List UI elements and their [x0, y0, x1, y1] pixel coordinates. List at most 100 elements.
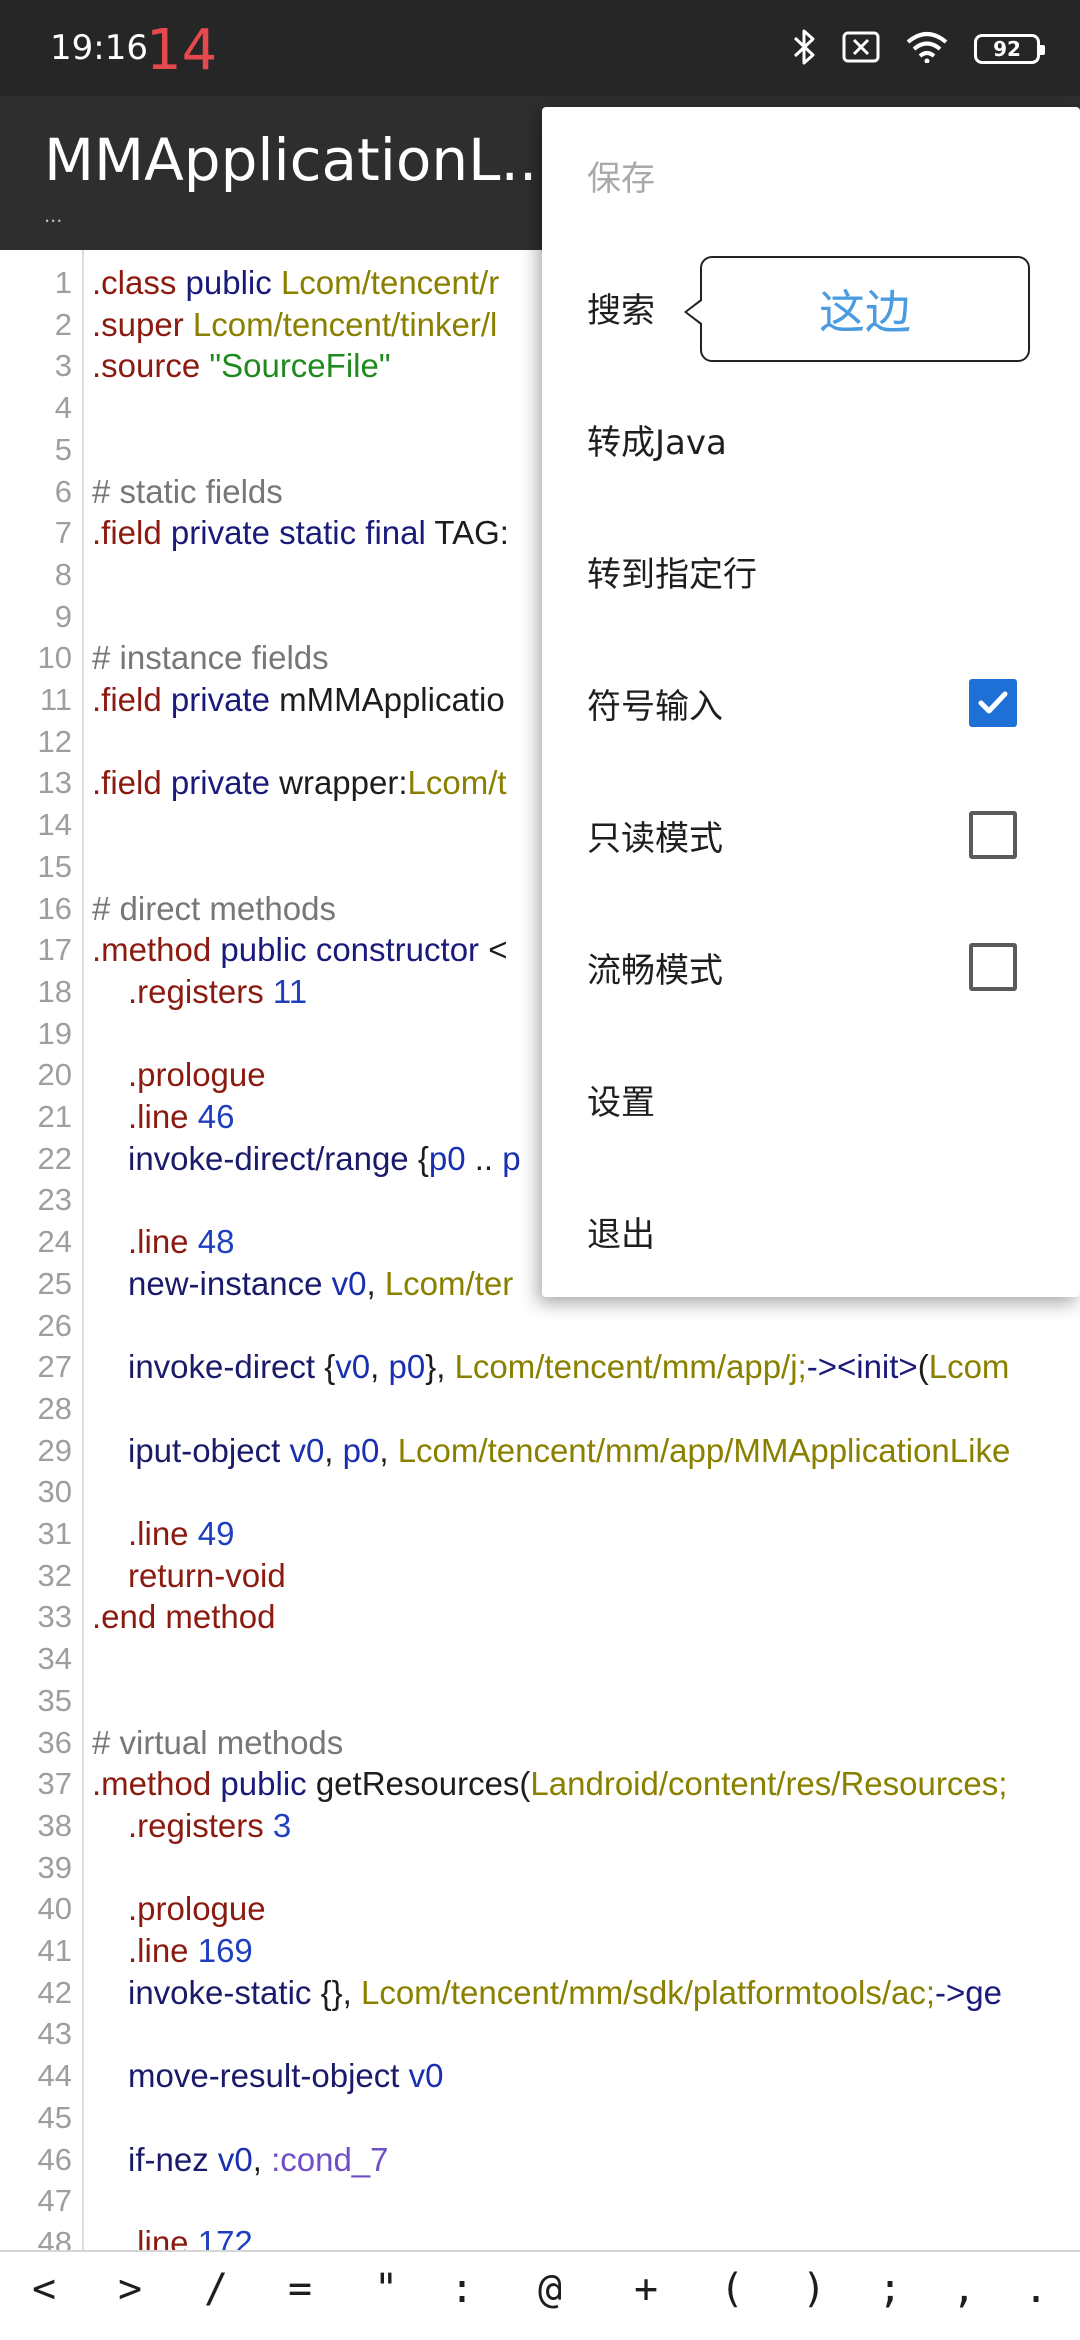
code-line[interactable]: 32 return-void	[0, 1555, 1080, 1597]
code-line[interactable]: 35	[0, 1680, 1080, 1722]
code-line[interactable]: 37 .method public getResources(Landroid/c…	[0, 1763, 1080, 1805]
menu-item[interactable]: 转成Java	[542, 371, 1080, 503]
code-token: public	[220, 1765, 307, 1803]
menu-item[interactable]: 退出	[542, 1163, 1080, 1295]
code-token: iput-object	[128, 1431, 281, 1469]
code-token: v0	[331, 1264, 367, 1302]
code-token: .prologue	[128, 1890, 266, 1928]
line-number: 47	[37, 2183, 72, 2219]
code-token: v0	[408, 2057, 444, 2095]
code-token: 48	[197, 1223, 235, 1261]
code-token: private	[170, 764, 270, 802]
code-token: },	[425, 1348, 455, 1386]
code-line[interactable]: 45	[0, 2097, 1080, 2139]
code-line[interactable]: 38 .registers 3	[0, 1805, 1080, 1847]
checkbox-unchecked[interactable]	[969, 811, 1017, 859]
code-line[interactable]: 39	[0, 1847, 1080, 1889]
menu-item[interactable]: 符号输入	[542, 635, 1080, 767]
code-line[interactable]: 40 .prologue	[0, 1888, 1080, 1930]
symbol-key[interactable]: >	[100, 2266, 160, 2312]
line-number: 32	[37, 1557, 72, 1593]
checkbox-unchecked[interactable]	[969, 943, 1017, 991]
code-line[interactable]: 44 move-result-object v0	[0, 2055, 1080, 2097]
code-token: .line	[128, 1515, 189, 1552]
code-token: 46	[197, 1098, 235, 1135]
symbol-key[interactable]: /	[186, 2266, 246, 2312]
code-line[interactable]: 42 invoke-static {}, Lcom/tencent/mm/sdk/…	[0, 1972, 1080, 2014]
code-line[interactable]: 34	[0, 1638, 1080, 1680]
line-number: 10	[37, 640, 72, 676]
code-token: Lcom/ter	[384, 1264, 514, 1302]
code-line[interactable]: 27 invoke-direct {v0, p0}, Lcom/tencent/m…	[0, 1346, 1080, 1388]
code-line[interactable]: 29 iput-object v0, p0, Lcom/tencent/mm/ap…	[0, 1430, 1080, 1472]
line-number: 12	[37, 723, 72, 759]
line-number: 3	[54, 348, 72, 384]
symbol-key[interactable]: @	[520, 2266, 580, 2312]
line-number: 16	[37, 890, 72, 926]
symbol-key[interactable]: "	[356, 2266, 416, 2312]
code-token: .line	[128, 1932, 189, 1969]
code-line[interactable]: 48 .line 172	[0, 2222, 1080, 2250]
code-text: .end method	[92, 1596, 275, 1638]
battery-icon: 92	[974, 34, 1045, 64]
menu-item-label: 搜索	[587, 291, 655, 331]
code-line[interactable]: 33 .end method	[0, 1596, 1080, 1638]
line-number: 1	[54, 265, 72, 300]
line-number: 5	[54, 431, 72, 467]
code-text: .line 169	[128, 1930, 253, 1972]
menu-item[interactable]: 只读模式	[542, 767, 1080, 899]
code-line[interactable]: 41 .line 169	[0, 1930, 1080, 1972]
hint-tooltip: 这边	[684, 256, 1030, 362]
symbol-key[interactable]: ;	[860, 2266, 920, 2312]
code-token: 3	[272, 1806, 292, 1844]
code-token: {	[408, 1139, 429, 1177]
code-token: .line	[128, 1223, 189, 1261]
symbol-key[interactable]: :	[432, 2266, 492, 2312]
symbol-key[interactable]: +	[616, 2266, 676, 2312]
code-line[interactable]: 28	[0, 1388, 1080, 1430]
code-token: ,	[379, 1431, 398, 1469]
menu-item[interactable]: 流畅模式	[542, 899, 1080, 1031]
line-number: 37	[37, 1766, 72, 1802]
line-number: 42	[37, 1974, 72, 2010]
code-token: 169	[197, 1932, 253, 1969]
symbol-key[interactable]: .	[1006, 2266, 1066, 2312]
code-token: new-instance	[128, 1264, 323, 1302]
menu-item[interactable]: 设置	[542, 1031, 1080, 1163]
line-number: 25	[37, 1265, 72, 1301]
code-token: p0	[428, 1139, 466, 1177]
checkbox-checked[interactable]	[969, 679, 1017, 727]
code-text: .super Lcom/tencent/tinker/l	[92, 304, 497, 346]
code-token: Lcom/tencent/mm/app/j;	[454, 1348, 807, 1386]
line-number: 20	[37, 1057, 72, 1093]
line-number: 13	[37, 765, 72, 801]
code-line[interactable]: 43	[0, 2013, 1080, 2055]
code-token: # virtual methods	[92, 1723, 344, 1761]
line-number: 31	[37, 1516, 72, 1551]
symbol-key[interactable]: ,	[934, 2266, 994, 2312]
symbol-key[interactable]: =	[270, 2266, 330, 2312]
code-line[interactable]: 36 # virtual methods	[0, 1722, 1080, 1764]
symbol-key[interactable]: (	[702, 2266, 762, 2312]
line-number: 4	[54, 390, 72, 426]
code-line[interactable]: 31 .line 49	[0, 1513, 1080, 1555]
code-token: .field	[92, 514, 162, 552]
line-number: 22	[37, 1140, 72, 1176]
code-token: 172	[197, 2223, 253, 2250]
code-line[interactable]: 30	[0, 1471, 1080, 1513]
code-line[interactable]: 47	[0, 2180, 1080, 2222]
code-line[interactable]: 46 if-nez v0, :cond_7	[0, 2139, 1080, 2181]
code-token: TAG:	[425, 514, 509, 552]
tooltip-text: 这边	[819, 285, 911, 339]
code-token: move-result-object	[128, 2057, 400, 2095]
symbol-key[interactable]: <	[14, 2266, 74, 2312]
code-line[interactable]: 26	[0, 1305, 1080, 1347]
line-number: 33	[37, 1599, 72, 1635]
symbol-key[interactable]: )	[784, 2266, 844, 2312]
menu-item[interactable]: 转到指定行	[542, 503, 1080, 635]
